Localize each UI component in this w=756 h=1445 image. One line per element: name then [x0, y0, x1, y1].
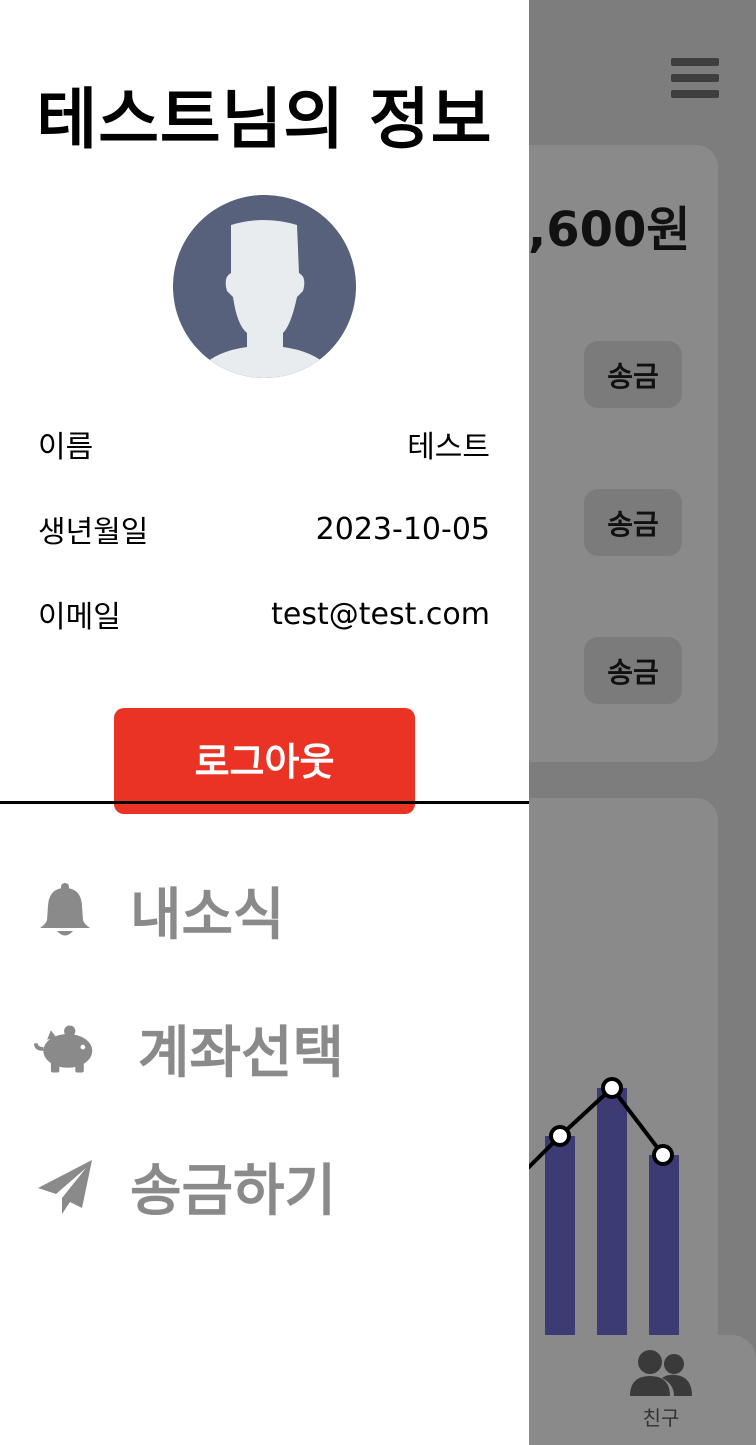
chart-point-3	[652, 1144, 674, 1166]
hamburger-menu-icon[interactable]	[671, 58, 719, 98]
info-label-email: 이메일	[38, 600, 121, 635]
menu-item-news[interactable]: 내소식	[34, 870, 285, 951]
profile-drawer: 테스트님의 정보 이름 테스트 생년월일 2023-10-05 이메일 test…	[0, 0, 529, 1445]
menu-label-account-select: 계좌선택	[138, 1021, 345, 1086]
drawer-title: 테스트님의 정보	[36, 81, 493, 158]
chart-bar-1	[545, 1136, 575, 1358]
piggy-bank-icon	[34, 1018, 96, 1080]
logout-button[interactable]: 로그아웃	[114, 708, 415, 814]
spending-chart	[526, 1077, 679, 1358]
info-row-email: 이메일 test@test.com	[38, 592, 490, 636]
info-label-name: 이름	[38, 430, 94, 465]
send-button-1[interactable]: 송금	[584, 341, 682, 408]
menu-item-transfer[interactable]: 송금하기	[34, 1146, 336, 1227]
menu-label-news: 내소식	[130, 883, 285, 948]
chart-bar-2	[597, 1088, 627, 1358]
bell-icon	[34, 880, 96, 942]
info-label-birthdate: 생년월일	[38, 515, 149, 550]
nav-tab-friends[interactable]: 친구	[622, 1348, 700, 1431]
info-row-birthdate: 생년월일 2023-10-05	[38, 507, 490, 551]
info-value-birthdate: 2023-10-05	[315, 511, 490, 547]
friends-icon	[630, 1350, 692, 1396]
send-button-3[interactable]: 송금	[584, 637, 682, 704]
info-row-name: 이름 테스트	[38, 422, 490, 466]
menu-item-account-select[interactable]: 계좌선택	[34, 1008, 344, 1089]
menu-label-transfer: 송금하기	[130, 1159, 337, 1224]
chart-point-2	[601, 1077, 623, 1099]
drawer-divider	[0, 801, 529, 804]
paper-plane-icon	[34, 1156, 96, 1218]
chart-point-1	[549, 1125, 571, 1147]
balance-amount: ,600원	[528, 202, 691, 258]
user-silhouette-icon	[173, 195, 356, 378]
friends-tab-label: 친구	[642, 1406, 680, 1430]
avatar	[173, 195, 356, 378]
info-value-name: 테스트	[407, 430, 490, 465]
info-value-email: test@test.com	[271, 596, 490, 632]
send-button-2[interactable]: 송금	[584, 489, 682, 556]
chart-bar-3	[649, 1155, 679, 1358]
